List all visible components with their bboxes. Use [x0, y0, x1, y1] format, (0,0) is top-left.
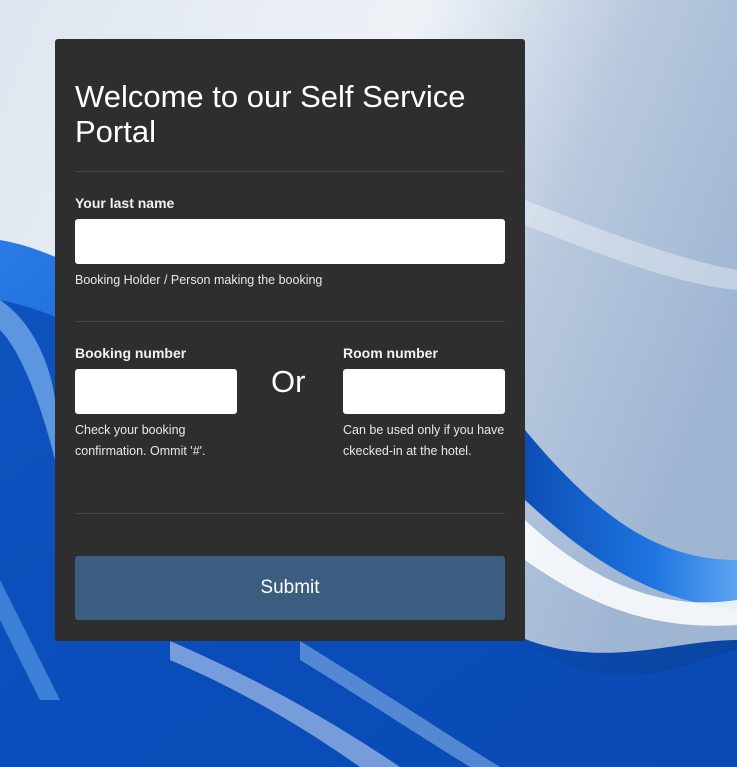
- submit-button[interactable]: Submit: [75, 556, 505, 620]
- divider: [75, 171, 505, 172]
- login-panel: Welcome to our Self Service Portal Your …: [55, 39, 525, 641]
- divider: [75, 513, 505, 514]
- room-number-input[interactable]: [343, 369, 505, 414]
- or-separator: Or: [271, 364, 306, 399]
- booking-number-help: Check your booking confirmation. Ommit '…: [75, 423, 206, 458]
- last-name-label: Your last name: [75, 195, 175, 211]
- room-number-label: Room number: [343, 345, 438, 361]
- divider: [75, 321, 505, 322]
- last-name-help: Booking Holder / Person making the booki…: [75, 273, 323, 287]
- last-name-input[interactable]: [75, 219, 505, 264]
- booking-number-input[interactable]: [75, 369, 237, 414]
- page-title: Welcome to our Self Service Portal: [75, 79, 466, 149]
- room-number-help: Can be used only if you have ckecked-in …: [343, 423, 505, 458]
- booking-number-label: Booking number: [75, 345, 187, 361]
